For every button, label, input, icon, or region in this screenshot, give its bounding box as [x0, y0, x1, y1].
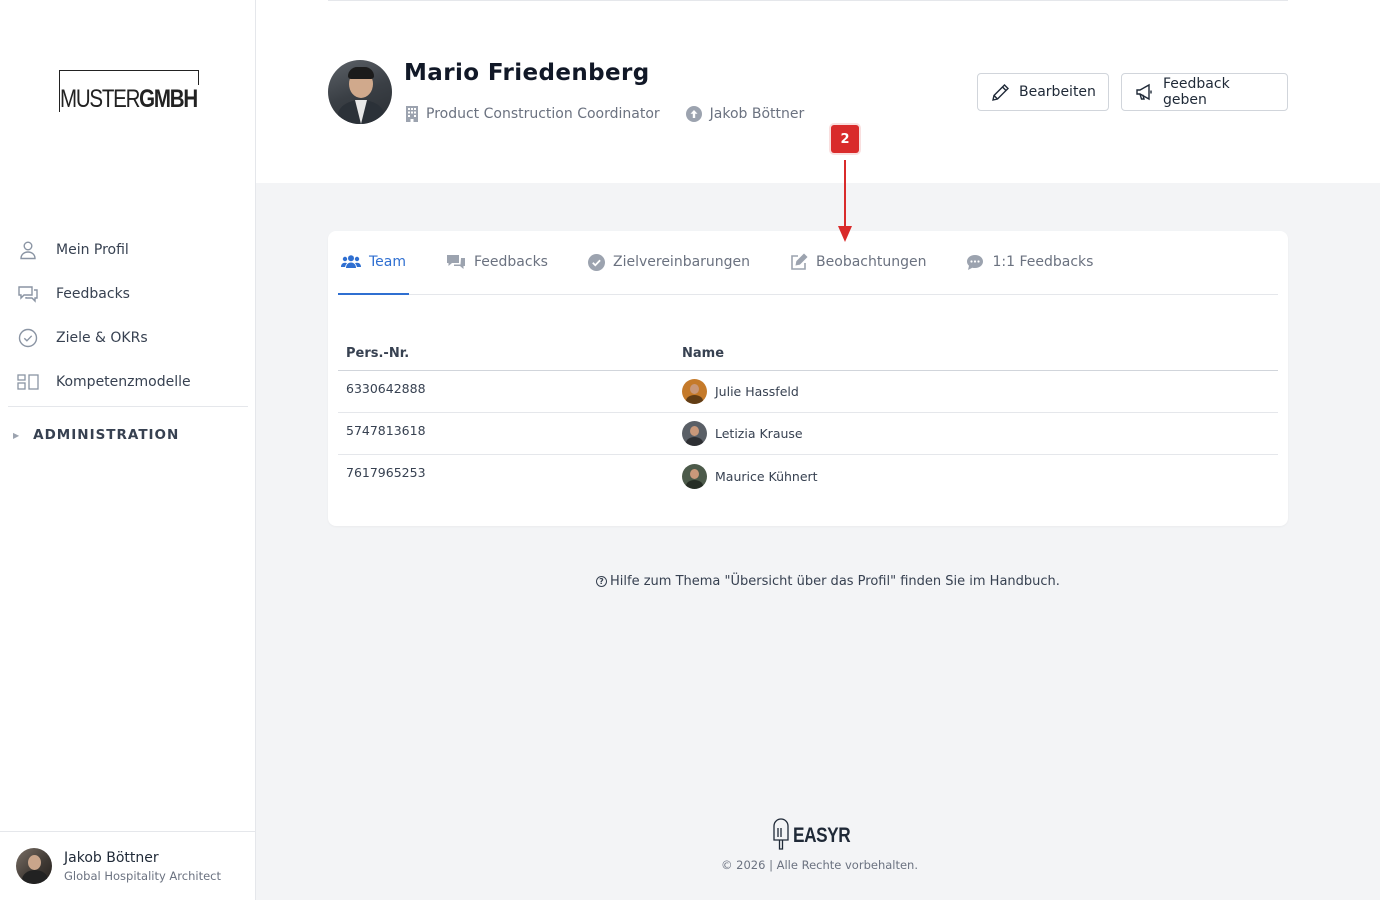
avatar	[16, 848, 52, 884]
current-user-role: Global Hospitality Architect	[64, 868, 221, 883]
give-feedback-button[interactable]: Feedback geben	[1121, 73, 1288, 111]
help-link[interactable]: ? Hilfe zum Thema "Übersicht über das Pr…	[596, 574, 1060, 589]
tab-label: Feedbacks	[474, 254, 548, 270]
sidebar-item-feedbacks[interactable]: Feedbacks	[0, 272, 256, 316]
annotation-badge: 2	[831, 125, 859, 153]
cell-pers-nr: 6330642888	[346, 381, 426, 396]
check-circle-icon	[17, 327, 39, 349]
footer-logo-text: EASYR	[793, 824, 851, 847]
tab-label: Team	[369, 254, 407, 270]
table-row[interactable]: 7617965253 Maurice Kühnert	[338, 455, 1278, 497]
sidebar-item-ziele-okrs[interactable]: Ziele & OKRs	[0, 316, 256, 360]
cell-pers-nr: 7617965253	[346, 465, 426, 480]
sidebar-item-label: Mein Profil	[56, 242, 129, 258]
profile-tabs: Team Feedbacks Zielvereinbarungen Beobac…	[338, 231, 1278, 295]
tab-label: 1:1 Feedbacks	[992, 254, 1094, 270]
caret-right-icon: ▶	[13, 430, 20, 440]
annotation-arrow-line	[844, 160, 846, 230]
grid-blocks-icon	[17, 371, 39, 393]
sidebar-item-label: Ziele & OKRs	[56, 330, 148, 346]
column-header-pers-nr[interactable]: Pers.-Nr.	[338, 346, 682, 361]
avatar	[682, 379, 707, 404]
profile-name: Mario Friedenberg	[404, 60, 650, 86]
profile-position: Product Construction Coordinator	[426, 106, 660, 122]
annotation-arrow-head	[838, 226, 852, 242]
tab-1-1-feedbacks[interactable]: 1:1 Feedbacks	[963, 230, 1096, 294]
column-header-name[interactable]: Name	[682, 346, 1278, 361]
sidebar-item-label: Kompetenzmodelle	[56, 374, 191, 390]
team-table: Pers.-Nr. Name 6330642888 Julie Hassfeld…	[338, 337, 1278, 497]
pencil-icon	[991, 83, 1010, 102]
speech-bubble-icon	[966, 254, 984, 271]
edit-button[interactable]: Bearbeiten	[977, 73, 1109, 111]
ice-pop-icon	[772, 818, 790, 854]
users-icon	[341, 254, 361, 270]
sidebar: MUSTERGMBH Mein Profil Feedbacks Ziele &…	[0, 0, 256, 900]
admin-label: ADMINISTRATION	[33, 427, 180, 443]
sidebar-item-label: Feedbacks	[56, 286, 130, 302]
cell-pers-nr: 5747813618	[346, 423, 426, 438]
main-nav: Mein Profil Feedbacks Ziele & OKRs Kompe…	[0, 228, 256, 463]
arrow-up-circle-icon	[685, 106, 702, 122]
chat-bubbles-icon	[17, 283, 39, 305]
cell-name[interactable]: Julie Hassfeld	[715, 384, 799, 399]
comments-icon	[446, 254, 466, 271]
give-feedback-label: Feedback geben	[1163, 76, 1230, 108]
sidebar-item-administration[interactable]: ▶ ADMINISTRATION	[0, 407, 256, 463]
easyr-logo: EASYR	[772, 818, 863, 854]
user-icon	[17, 239, 39, 261]
tab-zielvereinbarungen[interactable]: Zielvereinbarungen	[585, 230, 753, 294]
tab-beobachtungen[interactable]: Beobachtungen	[787, 230, 929, 294]
profile-meta: Product Construction Coordinator Jakob B…	[406, 106, 830, 122]
megaphone-icon	[1135, 83, 1154, 101]
copyright: © 2026 | Alle Rechte vorbehalten.	[721, 858, 918, 872]
profile-header: Mario Friedenberg Product Construction C…	[256, 0, 1380, 183]
cell-name[interactable]: Letizia Krause	[715, 426, 803, 441]
profile-avatar	[328, 60, 392, 124]
table-row[interactable]: 5747813618 Letizia Krause	[338, 413, 1278, 455]
current-user-name: Jakob Böttner	[64, 849, 159, 866]
table-header: Pers.-Nr. Name	[338, 337, 1278, 371]
cell-name[interactable]: Maurice Kühnert	[715, 469, 818, 484]
avatar	[682, 421, 707, 446]
sidebar-item-kompetenzmodelle[interactable]: Kompetenzmodelle	[0, 360, 256, 404]
edit-button-label: Bearbeiten	[1019, 84, 1096, 100]
question-circle-icon: ?	[596, 576, 607, 587]
profile-manager[interactable]: Jakob Böttner	[710, 106, 805, 122]
logo-bold-text: GMBH	[139, 85, 198, 113]
check-circle-icon	[587, 253, 605, 271]
current-user[interactable]: Jakob Böttner Global Hospitality Archite…	[0, 831, 256, 900]
sidebar-item-mein-profil[interactable]: Mein Profil	[0, 228, 256, 272]
avatar	[682, 463, 707, 489]
table-row[interactable]: 6330642888 Julie Hassfeld	[338, 371, 1278, 413]
tab-team[interactable]: Team	[338, 230, 410, 295]
tab-feedbacks[interactable]: Feedbacks	[443, 230, 551, 294]
profile-card: Team Feedbacks Zielvereinbarungen Beobac…	[328, 231, 1288, 526]
edit-icon	[790, 253, 808, 271]
help-text: Hilfe zum Thema "Übersicht über das Prof…	[610, 574, 1060, 589]
tab-label: Zielvereinbarungen	[612, 254, 751, 270]
logo-light-text: MUSTER	[60, 85, 140, 113]
building-icon	[406, 106, 418, 122]
company-logo[interactable]: MUSTERGMBH	[59, 70, 201, 114]
tab-label: Beobachtungen	[816, 254, 927, 270]
divider	[328, 0, 1288, 1]
